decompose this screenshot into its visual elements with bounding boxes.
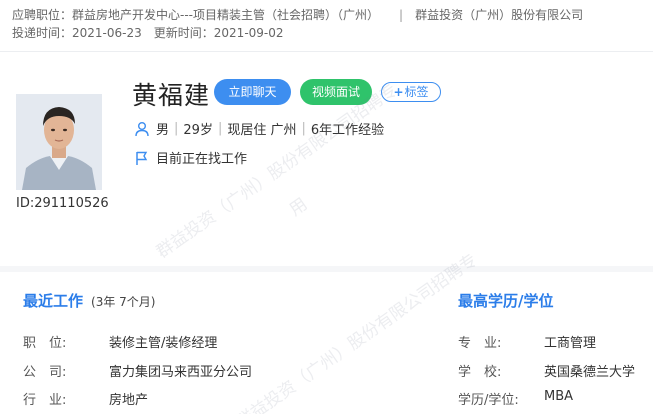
company-name: 群益投资（广州）股份有限公司 [415, 8, 584, 22]
candidate-id: ID:291110526 [16, 196, 109, 211]
video-interview-button[interactable]: 视频面试 [300, 79, 372, 105]
education-title: 最高学历/学位 [458, 292, 554, 310]
chat-now-button[interactable]: 立即聊天 [214, 79, 291, 105]
avatar [16, 94, 102, 190]
update-label: 更新时间： [153, 26, 214, 40]
recent-work-title: 最近工作 (3年 7个月) [23, 292, 156, 310]
submit-label: 投递时间： [12, 26, 73, 40]
education-major: 专 业: 工商管理 [458, 336, 597, 351]
recent-work-position: 职 位: 装修主管/装修经理 [23, 336, 218, 351]
position-value: 群益房地产开发中心---项目精装主管（社会招聘）（广州） [72, 8, 380, 22]
candidate-profile-card: ID:291110526 黄福建 立即聊天 视频面试 +标签 男 | 29岁 |… [0, 52, 653, 266]
job-status: 目前正在找工作 [134, 148, 247, 167]
submit-date: 2021-06-23 [72, 26, 142, 40]
recent-work-industry: 行 业: 房地产 [23, 393, 149, 408]
tag-label: 标签 [404, 85, 429, 99]
update-date: 2021-09-02 [213, 26, 284, 40]
flag-icon [136, 151, 148, 165]
position-label: 应聘职位： [12, 8, 73, 22]
application-dates-row: 投递时间：2021-06-23 更新时间：2021-09-02 [12, 24, 284, 41]
age: 29岁 [183, 123, 213, 138]
watermark-lower: 群益投资（广州）股份有限公司招聘专 [232, 250, 482, 414]
add-tag-button[interactable]: +标签 [381, 82, 441, 102]
person-icon [135, 121, 149, 136]
gender: 男 [156, 123, 170, 138]
candidate-basic-info: 男 | 29岁 | 现居住 广州 | 6年工作经验 [134, 119, 384, 138]
residence: 现居住 广州 [227, 123, 297, 138]
plus-icon: + [393, 85, 404, 99]
recent-work-company: 公 司: 富力集团马来西亚分公司 [23, 365, 253, 380]
job-status-text: 目前正在找工作 [156, 152, 248, 167]
resume-summary: 最近工作 (3年 7个月) 职 位: 装修主管/装修经理 公 司: 富力集团马来西亚分… [0, 250, 653, 414]
separator: | [399, 8, 404, 22]
education-degree: 学历/学位: MBA [458, 389, 574, 408]
work-duration: (3年 7个月) [91, 295, 156, 309]
avatar-photo [16, 94, 102, 190]
education-school: 学 校: 英国桑德兰大学 [458, 365, 636, 380]
watermark-tail: 用 [285, 194, 312, 221]
application-position-row: 应聘职位：群益房地产开发中心---项目精装主管（社会招聘）（广州） | 群益投资（广… [12, 6, 583, 23]
candidate-name: 黄福建 [132, 81, 211, 110]
application-info-bar: 应聘职位：群益房地产开发中心---项目精装主管（社会招聘）（广州） | 群益投资（广… [0, 0, 653, 52]
experience: 6年工作经验 [310, 123, 385, 138]
